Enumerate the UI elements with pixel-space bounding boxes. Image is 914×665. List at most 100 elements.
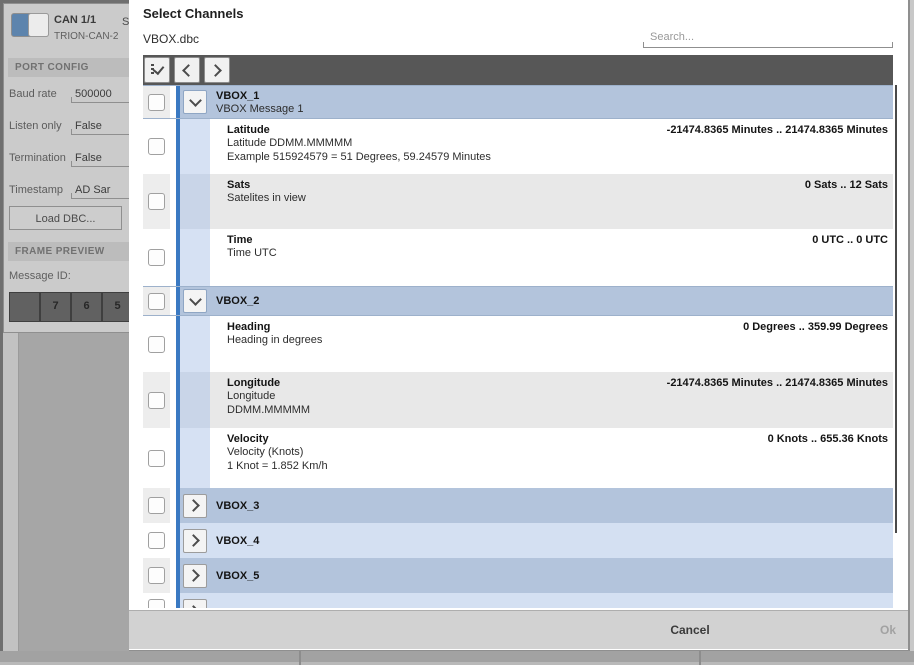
- row-title: VBOX_2: [216, 294, 259, 308]
- message-row-vbox_4[interactable]: VBOX_4: [143, 523, 893, 558]
- row-checkbox[interactable]: [148, 249, 165, 266]
- ok-button[interactable]: Ok: [818, 611, 914, 649]
- message-id-label: Message ID:: [9, 270, 71, 282]
- row-checkbox[interactable]: [148, 599, 165, 608]
- timestamp-value[interactable]: AD Sar: [71, 182, 129, 199]
- timestamp-field: Timestamp AD Sar: [9, 182, 129, 200]
- dbc-file-name: VBOX.dbc: [143, 32, 199, 46]
- expander-column: [180, 316, 210, 372]
- row-content: VBOX_2: [210, 287, 893, 315]
- expand-row-button[interactable]: [183, 564, 207, 588]
- expand-row-button[interactable]: [183, 494, 207, 518]
- row-description: Time UTC: [227, 247, 893, 261]
- signal-row-sats[interactable]: Sats 0 Sats .. 12 Sats Satelites in view: [143, 174, 893, 229]
- vertical-scrollbar[interactable]: [895, 85, 897, 533]
- checkbox-column: [143, 593, 170, 608]
- signal-row-time[interactable]: Time 0 UTC .. 0 UTC Time UTC: [143, 229, 893, 286]
- expand-all-button[interactable]: [204, 57, 230, 83]
- window-right-strip: [909, 0, 914, 651]
- expander-column: [180, 488, 210, 523]
- checkbox-column: [143, 119, 170, 174]
- chevron-right-icon: [209, 64, 222, 77]
- load-dbc-button[interactable]: Load DBC...: [9, 206, 122, 230]
- chevron-right-icon: [187, 605, 200, 608]
- message-row-vbox_5[interactable]: VBOX_5: [143, 558, 893, 593]
- search-input[interactable]: [643, 26, 893, 47]
- collapse-row-button[interactable]: [183, 289, 207, 313]
- listen-only-value[interactable]: False: [71, 118, 129, 135]
- row-checkbox[interactable]: [148, 138, 165, 155]
- module-name: TRION-CAN-2: [54, 31, 118, 42]
- chevron-right-icon: [187, 569, 200, 582]
- row-title: Heading: [227, 320, 270, 334]
- row-title: VBOX_3: [216, 499, 259, 513]
- row-description: Velocity (Knots)1 Knot = 1.852 Km/h: [227, 446, 893, 473]
- background-divider: [299, 651, 301, 665]
- expand-row-button[interactable]: [183, 599, 207, 608]
- checkbox-column: [143, 316, 170, 372]
- row-checkbox[interactable]: [148, 450, 165, 467]
- signal-row-heading[interactable]: Heading 0 Degrees .. 359.99 Degrees Head…: [143, 316, 893, 372]
- expander-column: [180, 428, 210, 488]
- row-title: VBOX_5: [216, 569, 259, 583]
- checkbox-column: [143, 558, 170, 593]
- channel-enable-toggle[interactable]: [11, 13, 49, 37]
- signal-row-velocity[interactable]: Velocity 0 Knots .. 655.36 Knots Velocit…: [143, 428, 893, 488]
- row-checkbox[interactable]: [148, 392, 165, 409]
- row-range: 0 Degrees .. 359.99 Degrees: [743, 320, 893, 334]
- row-content: Velocity 0 Knots .. 655.36 Knots Velocit…: [210, 428, 893, 488]
- row-content: VBOX_4: [210, 523, 893, 558]
- row-checkbox[interactable]: [148, 193, 165, 210]
- row-checkbox[interactable]: [148, 336, 165, 353]
- row-title: Sats: [227, 178, 250, 192]
- signal-row-latitude[interactable]: Latitude -21474.8365 Minutes .. 21474.83…: [143, 119, 893, 174]
- termination-field: Termination False: [9, 150, 129, 168]
- expander-column: [180, 287, 210, 315]
- cancel-button[interactable]: Cancel: [610, 611, 770, 649]
- expander-column: [180, 372, 210, 428]
- chevron-right-icon: [187, 534, 200, 547]
- checkbox-column: [143, 86, 170, 118]
- port-config-header: PORT CONFIG: [8, 58, 129, 77]
- row-range: 0 Sats .. 12 Sats: [805, 178, 893, 192]
- row-description: Latitude DDMM.MMMMMExample 515924579 = 5…: [227, 137, 893, 164]
- background-divider: [699, 651, 701, 665]
- row-range: -21474.8365 Minutes .. 21474.8365 Minute…: [667, 376, 893, 390]
- row-description: Satelites in view: [227, 192, 893, 206]
- message-row-vbox_1[interactable]: VBOX_1 VBOX Message 1: [143, 85, 893, 119]
- row-range: -21474.8365 Minutes .. 21474.8365 Minute…: [667, 123, 893, 137]
- search-field: [643, 26, 893, 48]
- row-checkbox[interactable]: [148, 293, 165, 310]
- row-description: LongitudeDDMM.MMMMM: [227, 390, 893, 417]
- message-row-vbox_2[interactable]: VBOX_2: [143, 286, 893, 316]
- message-row-vbox_3[interactable]: VBOX_3: [143, 488, 893, 523]
- frame-preview-header: FRAME PREVIEW: [8, 242, 129, 261]
- baud-rate-field: Baud rate 500000: [9, 86, 129, 104]
- collapse-row-button[interactable]: [183, 90, 207, 114]
- signal-row-longitude[interactable]: Longitude -21474.8365 Minutes .. 21474.8…: [143, 372, 893, 428]
- row-range: 0 UTC .. 0 UTC: [812, 233, 893, 247]
- termination-value[interactable]: False: [71, 150, 129, 167]
- row-checkbox[interactable]: [148, 567, 165, 584]
- chevron-down-icon: [189, 94, 202, 107]
- baud-rate-value[interactable]: 500000: [71, 86, 129, 103]
- bit-cell: 7: [41, 293, 70, 321]
- can-channel-sidebar: CAN 1/1 TRION-CAN-2 S PORT CONFIG Baud r…: [3, 3, 129, 333]
- row-title: Latitude: [227, 123, 270, 137]
- partial-row[interactable]: [143, 593, 893, 608]
- check-all-button[interactable]: [144, 57, 170, 83]
- expand-row-button[interactable]: [183, 529, 207, 553]
- row-checkbox[interactable]: [148, 497, 165, 514]
- row-checkbox[interactable]: [148, 94, 165, 111]
- checkbox-column: [143, 488, 170, 523]
- checkbox-column: [143, 174, 170, 229]
- list-toolbar: [143, 55, 893, 85]
- row-checkbox[interactable]: [148, 532, 165, 549]
- row-content: Latitude -21474.8365 Minutes .. 21474.83…: [210, 119, 893, 174]
- row-title: VBOX_1: [216, 89, 259, 103]
- collapse-all-button[interactable]: [174, 57, 200, 83]
- checkbox-column: [143, 372, 170, 428]
- row-content: [210, 593, 893, 608]
- expander-column: [180, 86, 210, 118]
- row-content: Sats 0 Sats .. 12 Sats Satelites in view: [210, 174, 893, 229]
